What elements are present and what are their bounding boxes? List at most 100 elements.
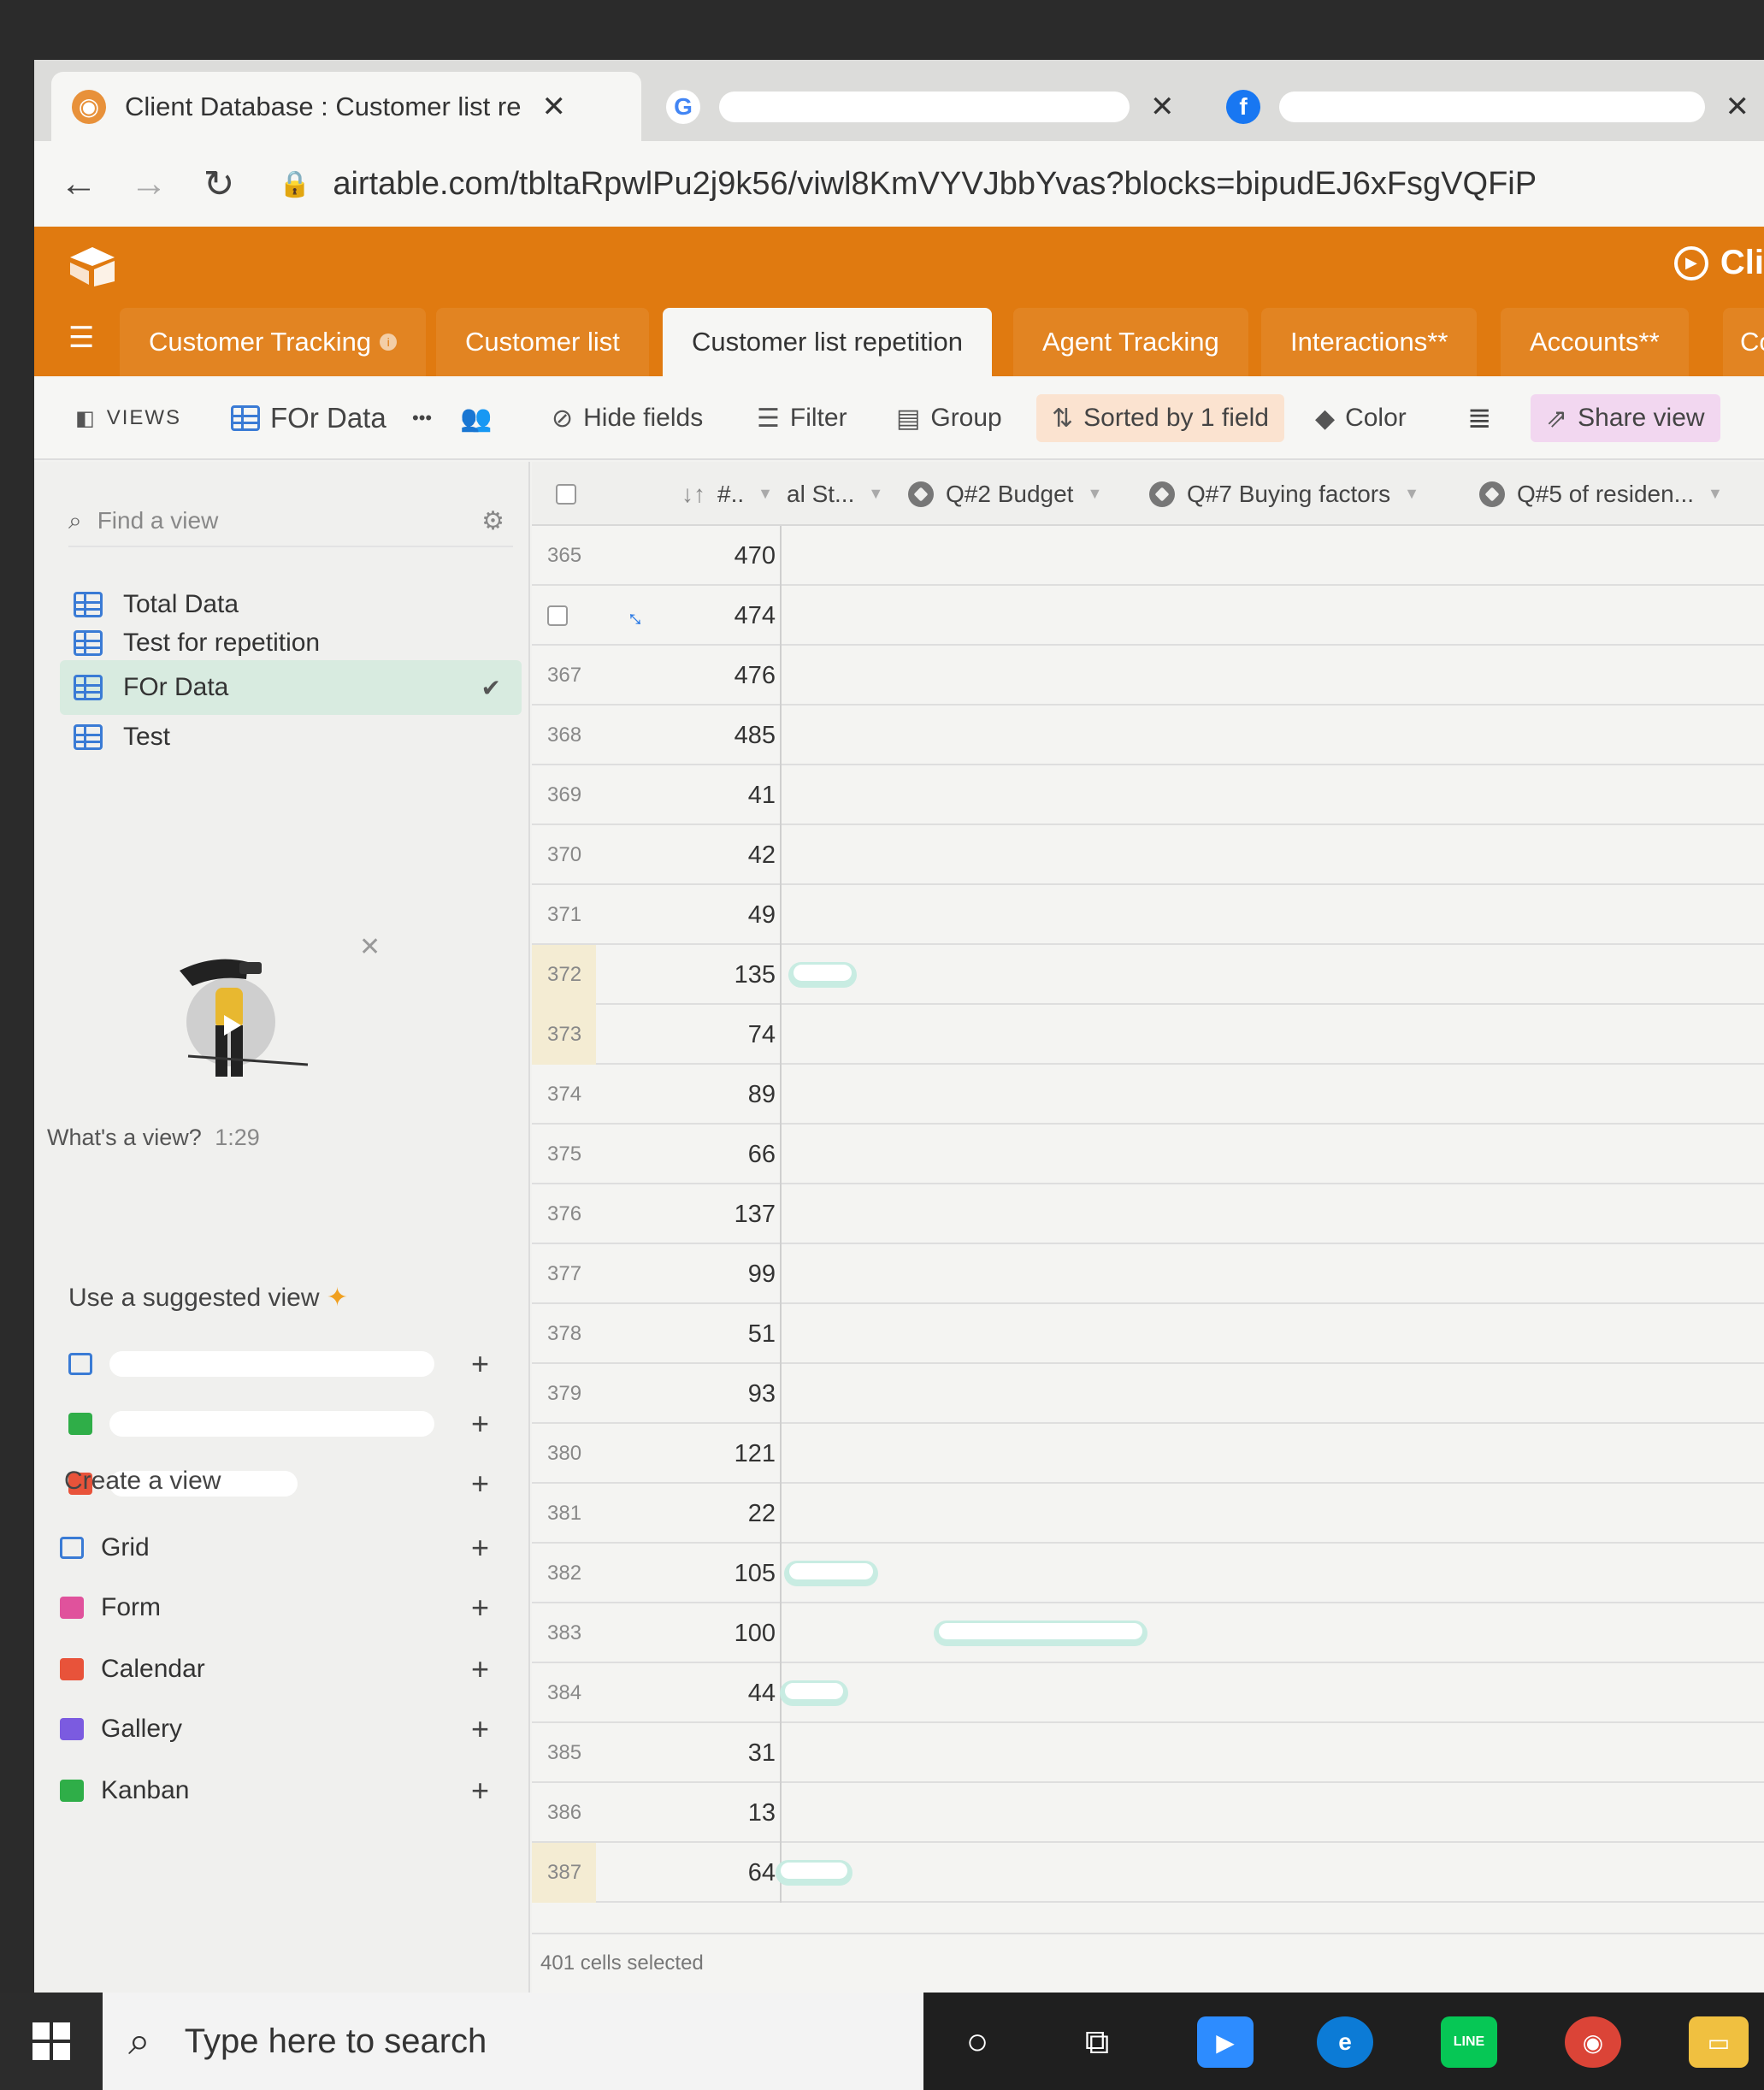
- number-cell[interactable]: 31: [532, 1723, 776, 1783]
- hamburger-menu-icon[interactable]: ☰: [68, 321, 94, 355]
- table-row[interactable]: 372 135: [532, 945, 1764, 1005]
- chevron-down-icon[interactable]: ▼: [1708, 485, 1723, 503]
- add-icon[interactable]: +: [471, 1406, 489, 1442]
- table-row[interactable]: 382 105: [532, 1544, 1764, 1603]
- number-cell[interactable]: 44: [532, 1663, 776, 1723]
- column-header-status[interactable]: al St... ▼: [787, 462, 883, 526]
- number-cell[interactable]: 474: [532, 586, 776, 646]
- close-tab-icon[interactable]: ✕: [541, 90, 566, 124]
- row-height-icon[interactable]: ≣: [1467, 376, 1492, 460]
- windows-start-button[interactable]: [0, 1993, 103, 2090]
- number-cell[interactable]: 42: [532, 825, 776, 885]
- browser-tab-facebook[interactable]: f ✕: [1206, 72, 1764, 141]
- suggested-view-item[interactable]: +: [68, 1338, 496, 1390]
- number-cell[interactable]: 105: [532, 1544, 776, 1603]
- color-button[interactable]: ◆ Color: [1315, 376, 1407, 460]
- create-form-view[interactable]: Form +: [60, 1582, 496, 1633]
- create-calendar-view[interactable]: Calendar +: [60, 1644, 496, 1695]
- number-cell[interactable]: 66: [532, 1125, 776, 1184]
- number-cell[interactable]: 99: [532, 1244, 776, 1304]
- select-option-pill[interactable]: [780, 1680, 848, 1706]
- add-icon[interactable]: +: [471, 1651, 489, 1687]
- table-row[interactable]: 386 13: [532, 1783, 1764, 1843]
- table-row[interactable]: 387 64: [532, 1843, 1764, 1903]
- file-explorer-icon[interactable]: ▭: [1689, 2016, 1749, 2068]
- base-name[interactable]: ▶ Cli: [1673, 244, 1764, 282]
- table-tab-agent-tracking[interactable]: Agent Tracking: [1013, 308, 1248, 376]
- find-view-input[interactable]: ⌕ Find a view ⚙: [68, 496, 513, 547]
- gear-icon[interactable]: ⚙: [481, 506, 504, 536]
- table-row[interactable]: 380 121: [532, 1424, 1764, 1484]
- number-cell[interactable]: 470: [532, 526, 776, 586]
- task-view-icon[interactable]: ⧉: [1069, 2016, 1125, 2068]
- create-grid-view[interactable]: Grid +: [60, 1522, 496, 1573]
- number-cell[interactable]: 22: [532, 1484, 776, 1544]
- whats-a-view-link[interactable]: What's a view? 1:29: [47, 1125, 260, 1151]
- cortana-icon[interactable]: ○: [949, 2016, 1006, 2068]
- chevron-down-icon[interactable]: ▼: [1087, 485, 1102, 503]
- select-option-pill[interactable]: [784, 1561, 878, 1586]
- close-tab-icon[interactable]: ✕: [1150, 90, 1175, 124]
- table-row[interactable]: ↔ 474: [532, 586, 1764, 646]
- select-option-pill[interactable]: [934, 1621, 1147, 1646]
- share-view-button[interactable]: ⇗ Share view: [1531, 394, 1720, 442]
- select-option-pill[interactable]: [788, 962, 857, 988]
- number-cell[interactable]: 476: [532, 646, 776, 706]
- table-tab-interactions[interactable]: Interactions**: [1261, 308, 1478, 376]
- back-icon[interactable]: ←: [53, 158, 104, 210]
- number-cell[interactable]: 51: [532, 1304, 776, 1364]
- info-icon[interactable]: i: [380, 334, 398, 351]
- zoom-icon[interactable]: ▶: [1197, 2016, 1254, 2068]
- table-row[interactable]: 383 100: [532, 1603, 1764, 1663]
- forward-icon[interactable]: →: [123, 158, 174, 210]
- table-row[interactable]: 368 485: [532, 706, 1764, 765]
- view-item-for-data[interactable]: FOr Data ✔: [60, 660, 522, 715]
- table-row[interactable]: 374 89: [532, 1065, 1764, 1125]
- number-cell[interactable]: 41: [532, 765, 776, 825]
- browser-tab-airtable[interactable]: ◉ Client Database : Customer list re ✕: [51, 72, 641, 141]
- url-field[interactable]: 🔒 airtable.com/tblta​RpwlPu2j9k56/viwl8K…: [279, 166, 1537, 203]
- number-cell[interactable]: 74: [532, 1005, 776, 1065]
- browser-tab-google[interactable]: G ✕: [646, 72, 1201, 141]
- add-icon[interactable]: +: [471, 1346, 489, 1382]
- table-row[interactable]: 367 476: [532, 646, 1764, 706]
- number-cell[interactable]: 49: [532, 885, 776, 945]
- view-more-icon[interactable]: •••: [412, 376, 432, 460]
- table-row[interactable]: 375 66: [532, 1125, 1764, 1184]
- table-row[interactable]: 379 93: [532, 1364, 1764, 1424]
- number-cell[interactable]: 93: [532, 1364, 776, 1424]
- table-row[interactable]: 377 99: [532, 1244, 1764, 1304]
- chevron-down-icon[interactable]: ▼: [758, 485, 773, 503]
- table-tab-customer-list[interactable]: Customer list: [436, 308, 649, 376]
- table-row[interactable]: 371 49: [532, 885, 1764, 945]
- table-row[interactable]: 376 137: [532, 1184, 1764, 1244]
- table-tab-customer-list-repetition[interactable]: Customer list repetition: [663, 308, 993, 376]
- number-cell[interactable]: 135: [532, 945, 776, 1005]
- add-icon[interactable]: +: [471, 1590, 489, 1626]
- table-tab-accounts[interactable]: Accounts**: [1501, 308, 1689, 376]
- table-row[interactable]: 373 74: [532, 1005, 1764, 1065]
- add-icon[interactable]: +: [471, 1773, 489, 1809]
- select-option-pill[interactable]: [776, 1860, 853, 1886]
- sort-button[interactable]: ⇅ Sorted by 1 field: [1036, 394, 1284, 442]
- table-row[interactable]: 365 470: [532, 526, 1764, 586]
- add-icon[interactable]: +: [471, 1466, 489, 1502]
- number-cell[interactable]: 121: [532, 1424, 776, 1484]
- number-cell[interactable]: 89: [532, 1065, 776, 1125]
- table-row[interactable]: 385 31: [532, 1723, 1764, 1783]
- table-row[interactable]: 384 44: [532, 1663, 1764, 1723]
- add-icon[interactable]: +: [471, 1530, 489, 1566]
- chrome-icon[interactable]: ◉: [1565, 2016, 1621, 2068]
- filter-button[interactable]: ☰ Filter: [757, 376, 847, 460]
- views-toggle[interactable]: ◧ VIEWS: [75, 376, 181, 460]
- current-view-selector[interactable]: FOr Data: [231, 376, 386, 460]
- table-row[interactable]: 370 42: [532, 825, 1764, 885]
- column-header-number[interactable]: ↓↑ #.. ▼: [681, 462, 773, 526]
- reload-icon[interactable]: ↻: [193, 158, 245, 210]
- column-header-q5-residence[interactable]: Q#5 of residen... ▼: [1479, 462, 1723, 526]
- chevron-down-icon[interactable]: ▼: [868, 485, 883, 503]
- close-tab-icon[interactable]: ✕: [1726, 90, 1750, 124]
- table-tab-more[interactable]: Co: [1723, 308, 1764, 376]
- number-cell[interactable]: 64: [532, 1843, 776, 1903]
- group-button[interactable]: ▤ Group: [896, 376, 1002, 460]
